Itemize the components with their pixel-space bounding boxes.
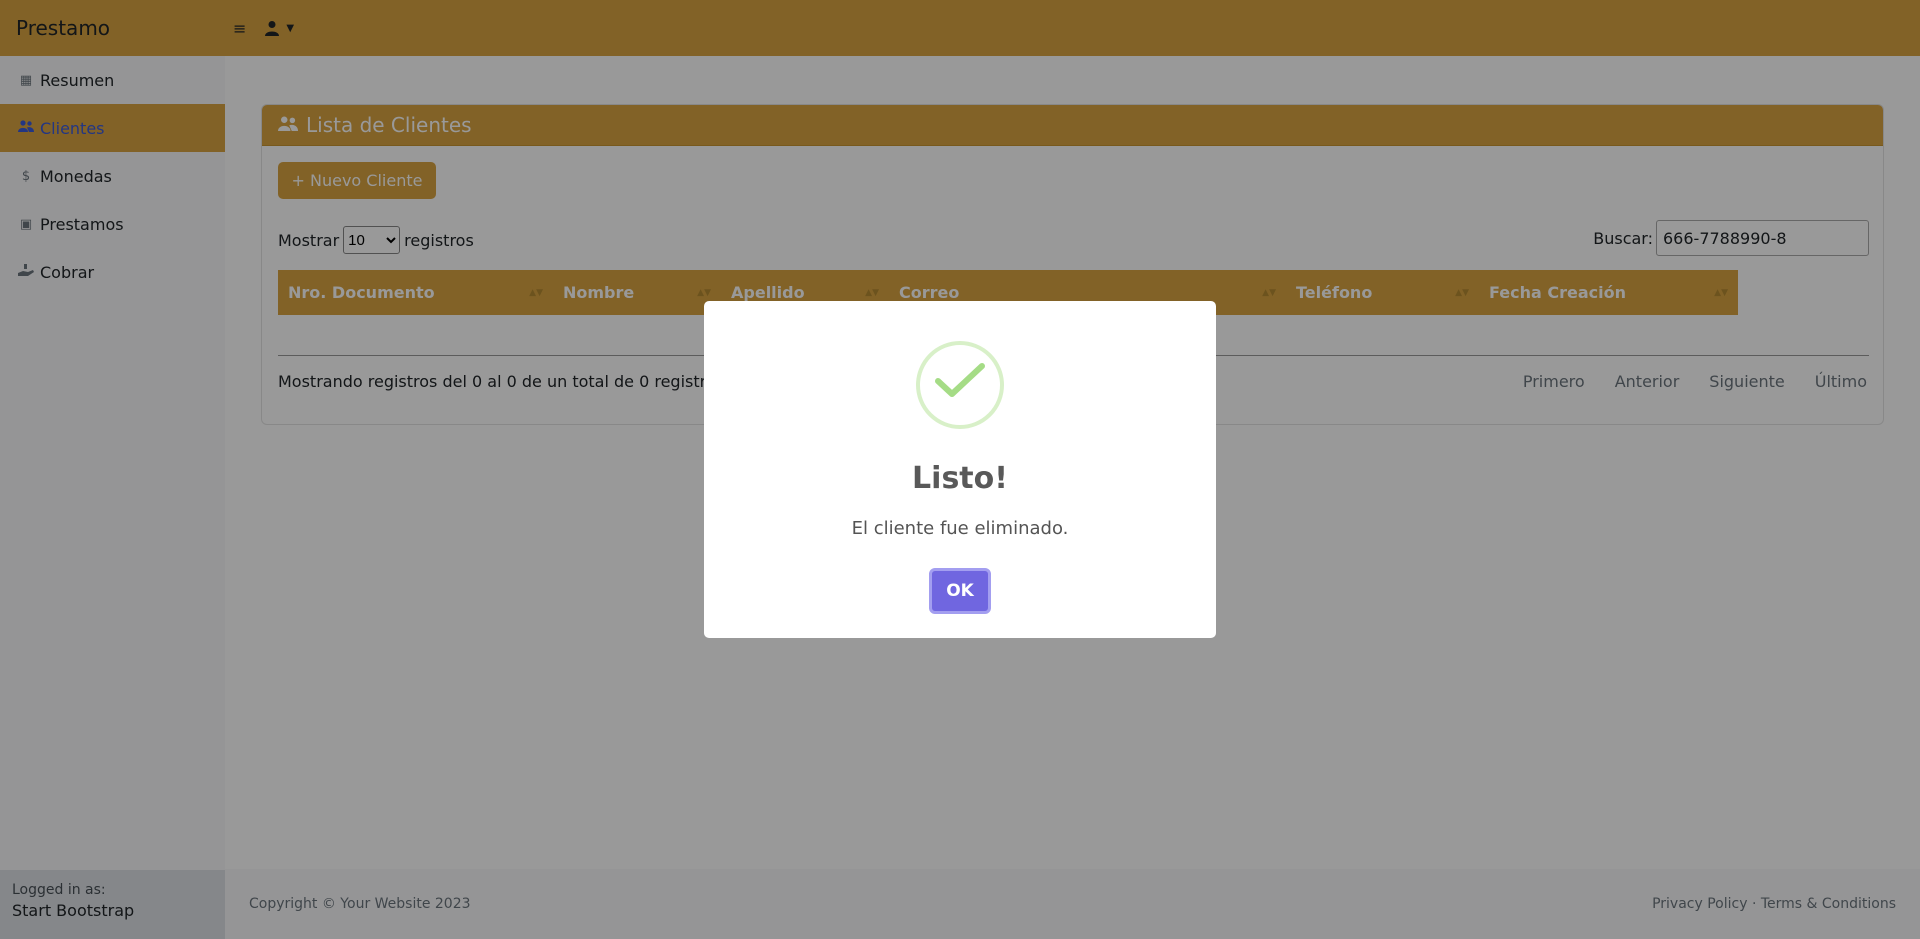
ok-button[interactable]: OK	[929, 568, 991, 614]
success-dialog: Listo! El cliente fue eliminado. OK	[704, 301, 1216, 638]
dialog-title: Listo!	[912, 461, 1008, 496]
dialog-message: El cliente fue eliminado.	[851, 518, 1069, 539]
success-check-icon	[916, 341, 1004, 429]
